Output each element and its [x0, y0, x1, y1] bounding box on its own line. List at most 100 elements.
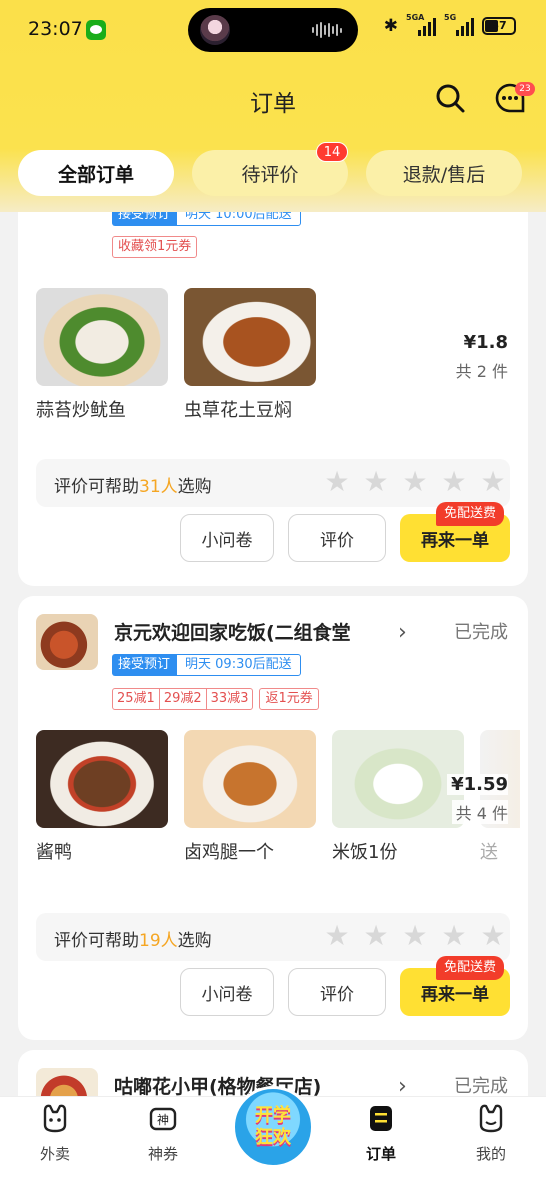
tab-refund-aftersale[interactable]: 退款/售后	[366, 150, 522, 196]
delivery-time-tag: 明天 10:00后配送	[176, 212, 301, 226]
order-item-count: 共 2 件	[455, 362, 508, 381]
promo-line-1: 开学	[255, 1105, 291, 1126]
rating-prompt: 评价可帮助31人选购 ★ ★ ★ ★ ★	[36, 459, 510, 507]
star-icon[interactable]: ★	[402, 922, 428, 950]
food-image	[184, 288, 316, 386]
search-icon[interactable]	[434, 82, 466, 114]
nav-orders-label: 订单	[365, 1145, 396, 1163]
rating-suffix: 选购	[177, 931, 212, 951]
delivery-time-tag: 明天 09:30后配送	[176, 654, 301, 676]
food-image	[184, 730, 316, 828]
music-avatar-icon	[200, 15, 230, 45]
food-name: 米饭1份	[332, 842, 398, 863]
system-icons: ✱ 5GA 5G 57	[384, 13, 516, 36]
network-label-2: 5G	[444, 13, 457, 22]
audio-wave-icon	[312, 21, 342, 39]
discount-tag-group: 25减1 29减2 33减3	[112, 688, 254, 710]
preorder-tag: 接受预订	[112, 654, 177, 676]
food-item[interactable]: 米饭1份	[332, 730, 464, 864]
discount-tag: 29减2	[158, 689, 206, 709]
order-card[interactable]: 京元欢迎回家吃饭(二组食堂 › 已完成 接受预订 明天 09:30后配送 25减…	[18, 596, 528, 1040]
order-status: 已完成	[454, 622, 508, 643]
free-delivery-badge: 免配送费	[436, 956, 505, 980]
food-image	[36, 288, 168, 386]
rating-stars[interactable]: ★ ★ ★ ★ ★	[324, 922, 506, 950]
nav-coupons[interactable]: 神 神券	[118, 1103, 208, 1164]
star-icon[interactable]: ★	[402, 468, 428, 496]
discount-tag: 33减3	[205, 689, 253, 709]
food-image	[332, 730, 464, 828]
dynamic-island[interactable]	[188, 8, 358, 52]
pending-review-badge: 14	[316, 142, 348, 162]
survey-button[interactable]: 小问卷	[180, 968, 274, 1016]
food-item[interactable]: 送	[480, 730, 520, 864]
discount-tag: 25减1	[117, 691, 155, 706]
status-time: 23:07	[28, 18, 83, 40]
star-icon[interactable]: ★	[363, 468, 389, 496]
discount-tags: 25减1 29减2 33减3 返1元券	[112, 688, 325, 710]
food-item[interactable]: 卤鸡腿一个	[184, 730, 316, 864]
food-item[interactable]: 酱鸭	[36, 730, 168, 864]
nav-mine-label: 我的	[475, 1145, 506, 1163]
coupon-icon: 神	[149, 1107, 177, 1131]
star-icon[interactable]: ★	[441, 922, 467, 950]
food-name: 蒜苔炒鱿鱼	[36, 400, 126, 421]
star-icon[interactable]: ★	[363, 922, 389, 950]
rating-stars[interactable]: ★ ★ ★ ★ ★	[324, 468, 506, 496]
chevron-right-icon[interactable]: ›	[398, 620, 407, 645]
rating-text: 评价可帮助31人选购	[54, 472, 212, 497]
wechat-icon	[86, 20, 106, 40]
preorder-tag: 接受预订	[112, 212, 177, 226]
nav-takeout-label: 外卖	[39, 1145, 70, 1163]
chevron-right-icon[interactable]: ›	[398, 1074, 407, 1096]
food-image	[36, 730, 168, 828]
coupon-tag[interactable]: 返1元券	[259, 688, 319, 710]
review-button[interactable]: 评价	[288, 514, 386, 562]
food-name: 酱鸭	[36, 842, 72, 863]
rating-prefix: 评价可帮助	[54, 931, 139, 951]
signal-5g-icon: 5G	[444, 13, 474, 36]
back-to-school-promo-button[interactable]: 开学 狂欢	[232, 1086, 314, 1168]
free-delivery-badge: 免配送费	[436, 502, 505, 526]
network-label-1: 5GA	[406, 13, 425, 22]
food-name: 卤鸡腿一个	[184, 842, 274, 863]
order-item-count: 共 4 件	[451, 800, 508, 824]
nav-orders[interactable]: 订单	[336, 1103, 426, 1164]
takeout-icon	[43, 1104, 67, 1133]
order-list[interactable]: 接受预订 明天 10:00后配送 收藏领1元券 蒜苔炒鱿鱼 虫草花土豆焖 ¥1.…	[0, 212, 546, 1096]
rating-count: 31人	[139, 477, 178, 497]
header: 23:07 ✱ 5GA 5G 57 订单 23 全部订单 待评价 退款/售后 1…	[0, 0, 546, 212]
star-icon[interactable]: ★	[324, 468, 350, 496]
food-name: 送	[480, 842, 498, 863]
food-item[interactable]: 虫草花土豆焖	[184, 288, 316, 422]
star-icon[interactable]: ★	[480, 922, 506, 950]
star-icon[interactable]: ★	[480, 468, 506, 496]
nav-mine[interactable]: 我的	[446, 1103, 536, 1164]
order-price: ¥1.8	[463, 332, 508, 353]
promo-line-2: 狂欢	[255, 1127, 291, 1148]
order-tabs: 全部订单 待评价 退款/售后	[18, 150, 528, 198]
coupon-tags: 收藏领1元券	[112, 236, 203, 258]
nav-takeout[interactable]: 外卖	[10, 1103, 100, 1164]
rating-count: 19人	[139, 931, 178, 951]
battery-level: 57	[491, 19, 507, 32]
review-button[interactable]: 评价	[288, 968, 386, 1016]
coupon-tag[interactable]: 收藏领1元券	[112, 236, 198, 258]
order-card[interactable]: 接受预订 明天 10:00后配送 收藏领1元券 蒜苔炒鱿鱼 虫草花土豆焖 ¥1.…	[18, 212, 528, 586]
shop-name[interactable]: 京元欢迎回家吃饭(二组食堂	[114, 618, 351, 645]
star-icon[interactable]: ★	[324, 922, 350, 950]
order-price: ¥1.59	[447, 774, 508, 795]
tab-all-orders[interactable]: 全部订单	[18, 150, 174, 196]
profile-icon	[479, 1104, 503, 1133]
svg-text:神: 神	[157, 1113, 169, 1127]
food-item[interactable]: 蒜苔炒鱿鱼	[36, 288, 168, 422]
shop-logo	[36, 614, 98, 670]
star-icon[interactable]: ★	[441, 468, 467, 496]
message-badge: 23	[515, 82, 535, 96]
order-tags: 接受预订 明天 10:00后配送	[112, 212, 301, 226]
rating-prefix: 评价可帮助	[54, 477, 139, 497]
orders-icon	[370, 1106, 392, 1131]
survey-button[interactable]: 小问卷	[180, 514, 274, 562]
order-status: 已完成	[454, 1076, 508, 1096]
order-tags: 接受预订 明天 09:30后配送	[112, 654, 301, 676]
